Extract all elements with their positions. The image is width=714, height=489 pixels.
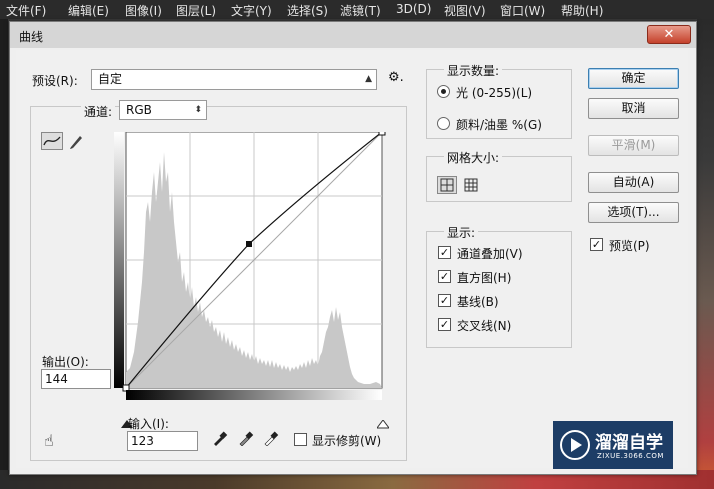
show-amount-title: 显示数量: bbox=[444, 62, 503, 79]
white-eyedropper-icon[interactable] bbox=[263, 430, 279, 449]
menu-type[interactable]: 文字(Y) bbox=[231, 2, 272, 19]
histogram-label: 直方图(H) bbox=[457, 271, 512, 285]
pencil-icon[interactable] bbox=[67, 132, 85, 150]
cancel-button[interactable]: 取消 bbox=[588, 98, 679, 119]
input-label: 输入(I): bbox=[128, 417, 169, 431]
pigment-radio-label: 颜料/油墨 %(G) bbox=[456, 118, 542, 132]
preset-value: 自定 bbox=[98, 72, 123, 86]
curve-graph[interactable] bbox=[114, 128, 387, 405]
menu-select[interactable]: 选择(S) bbox=[287, 2, 328, 19]
intersection-line-checkbox[interactable]: ✓ bbox=[438, 318, 451, 331]
channel-value: RGB bbox=[126, 103, 152, 117]
watermark-logo: 溜溜自学 ZIXUE.3066.COM bbox=[553, 421, 673, 469]
input-field[interactable]: 123 bbox=[127, 431, 198, 451]
black-eyedropper-icon[interactable] bbox=[212, 430, 228, 449]
input-gradient-bar bbox=[126, 390, 382, 400]
menu-3d[interactable]: 3D(D) bbox=[396, 2, 431, 16]
menu-window[interactable]: 窗口(W) bbox=[500, 2, 545, 19]
show-clipping-checkbox[interactable] bbox=[294, 433, 307, 446]
display-title: 显示: bbox=[444, 224, 479, 241]
simple-grid-icon[interactable] bbox=[437, 176, 457, 194]
intersection-line-label: 交叉线(N) bbox=[457, 319, 512, 333]
curves-dialog: 曲线 ✕ 预设(R): 自定 ▲ ⚙. 通道: RGB ⬍ 输出(O): 144… bbox=[9, 21, 697, 475]
output-label: 输出(O): bbox=[42, 355, 89, 369]
dialog-body: 预设(R): 自定 ▲ ⚙. 通道: RGB ⬍ 输出(O): 144 输入(I… bbox=[16, 50, 688, 468]
ok-button[interactable]: 确定 bbox=[588, 68, 679, 89]
preset-label: 预设(R): bbox=[32, 74, 78, 88]
gear-menu-icon[interactable]: ⚙. bbox=[388, 70, 404, 85]
auto-button[interactable]: 自动(A) bbox=[588, 172, 679, 193]
pigment-radio[interactable] bbox=[437, 117, 450, 130]
output-field[interactable]: 144 bbox=[41, 369, 111, 389]
channel-overlay-checkbox[interactable]: ✓ bbox=[438, 246, 451, 259]
baseline-checkbox[interactable]: ✓ bbox=[438, 294, 451, 307]
gray-eyedropper-icon[interactable] bbox=[238, 430, 254, 449]
dialog-title: 曲线 bbox=[19, 30, 44, 44]
menu-edit[interactable]: 编辑(E) bbox=[68, 2, 109, 19]
channel-select[interactable]: RGB ⬍ bbox=[119, 100, 207, 120]
preview-checkbox[interactable]: ✓ bbox=[590, 238, 603, 251]
close-button[interactable]: ✕ bbox=[647, 25, 691, 44]
menu-help[interactable]: 帮助(H) bbox=[561, 2, 603, 19]
light-radio[interactable] bbox=[437, 85, 450, 98]
curve-point-tool-icon[interactable] bbox=[41, 132, 63, 150]
menu-filter[interactable]: 滤镜(T) bbox=[340, 2, 381, 19]
show-clipping-label: 显示修剪(W) bbox=[312, 434, 382, 448]
histogram-checkbox[interactable]: ✓ bbox=[438, 270, 451, 283]
menu-image[interactable]: 图像(I) bbox=[125, 2, 162, 19]
menu-bar: 文件(F) 编辑(E) 图像(I) 图层(L) 文字(Y) 选择(S) 滤镜(T… bbox=[0, 0, 714, 19]
dialog-titlebar[interactable]: 曲线 ✕ bbox=[10, 22, 696, 48]
white-point-slider[interactable] bbox=[376, 419, 390, 433]
options-button[interactable]: 选项(T)... bbox=[588, 202, 679, 223]
on-image-adjust-hand-icon[interactable]: ☝ bbox=[44, 431, 54, 450]
watermark-text: 溜溜自学 bbox=[595, 433, 663, 453]
control-point bbox=[246, 241, 252, 247]
channel-overlay-label: 通道叠加(V) bbox=[457, 247, 523, 261]
baseline-label: 基线(B) bbox=[457, 295, 499, 309]
menu-file[interactable]: 文件(F) bbox=[6, 2, 46, 19]
menu-layer[interactable]: 图层(L) bbox=[176, 2, 216, 19]
workspace-canvas-right bbox=[697, 19, 714, 489]
preset-select[interactable]: 自定 ▲ bbox=[91, 69, 377, 90]
grid-size-title: 网格大小: bbox=[444, 149, 503, 166]
endpoint-white bbox=[378, 128, 386, 136]
smooth-button[interactable]: 平滑(M) bbox=[588, 135, 679, 156]
output-gradient-bar bbox=[114, 132, 124, 388]
watermark-subtext: ZIXUE.3066.COM bbox=[597, 452, 664, 460]
updown-arrow-icon: ▲ bbox=[365, 74, 372, 84]
preview-label: 预览(P) bbox=[609, 239, 650, 253]
workspace-left bbox=[0, 19, 8, 489]
channel-label: 通道: bbox=[81, 103, 116, 120]
play-logo-icon bbox=[560, 430, 590, 460]
updown-arrow-icon: ⬍ bbox=[194, 105, 202, 115]
detailed-grid-icon[interactable] bbox=[463, 176, 481, 194]
menu-view[interactable]: 视图(V) bbox=[444, 2, 486, 19]
light-radio-label: 光 (0-255)(L) bbox=[456, 86, 533, 100]
